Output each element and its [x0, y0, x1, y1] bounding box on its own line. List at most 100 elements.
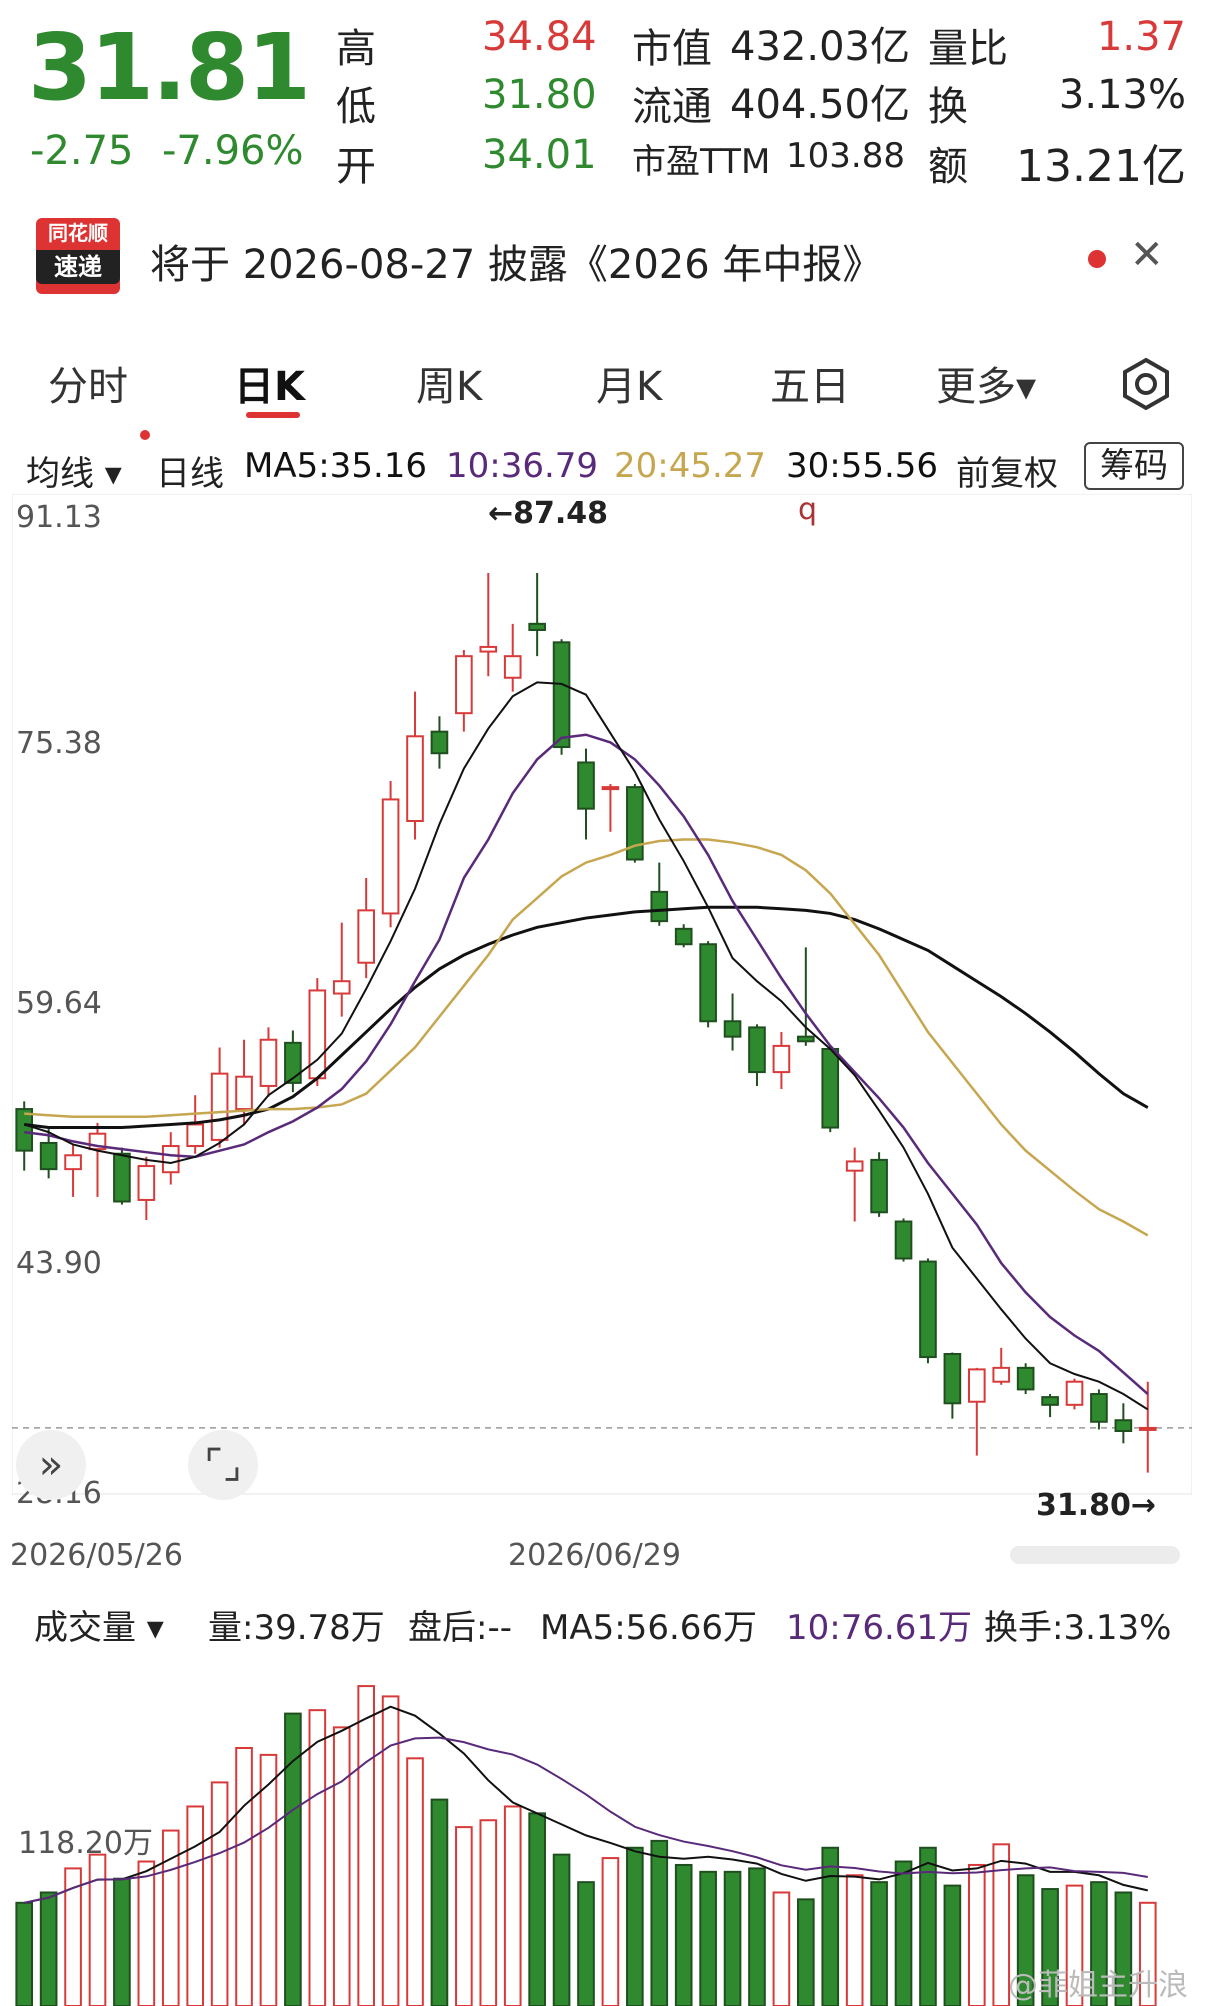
- candle-body: [137, 1165, 156, 1201]
- candle-body: [284, 1041, 302, 1084]
- amount-label: 额: [928, 144, 968, 190]
- tab-daily-k[interactable]: 日K: [234, 354, 305, 412]
- candle-body: [967, 1368, 986, 1403]
- volume-bar: [943, 1884, 962, 2006]
- candle-body: [601, 786, 620, 791]
- candle-body: [186, 1123, 205, 1148]
- volume-bar: [357, 1685, 375, 2006]
- high-label: 高: [336, 26, 376, 72]
- volume-bar: [381, 1695, 400, 2006]
- volume-bar: [723, 1870, 742, 2006]
- vol-ma5-readout: MA5:56.66万: [540, 1608, 758, 1648]
- candle-body: [503, 655, 522, 679]
- volume-bar: [650, 1839, 669, 2006]
- banner[interactable]: 同花顺 速递 将于 2026-08-27 披露《2026 年中报》 ✕: [0, 210, 1206, 300]
- close-icon[interactable]: ✕: [1130, 232, 1164, 278]
- date-start: 2026/05/26: [10, 1538, 183, 1573]
- logo-bottom-text: 速递: [36, 250, 120, 284]
- tab-five-day[interactable]: 五日: [770, 354, 850, 412]
- price-change: -2.75: [30, 128, 134, 174]
- candle-body: [1041, 1396, 1059, 1406]
- candle-body: [1065, 1380, 1084, 1406]
- volume-bar: [699, 1870, 717, 2006]
- tab-fenshi[interactable]: 分时: [48, 354, 128, 412]
- after-hours-readout: 盘后:--: [408, 1608, 512, 1648]
- pe-label: 市盈TTM: [632, 142, 771, 182]
- ths-logo: 同花顺 速递: [36, 218, 120, 294]
- fullscreen-icon[interactable]: ⌜⌟: [188, 1430, 258, 1500]
- volume-bar: [870, 1881, 888, 2006]
- volume-selector[interactable]: 成交量 ▾: [34, 1600, 164, 1649]
- active-tab-indicator: [246, 412, 300, 418]
- volume-bar: [626, 1846, 644, 2006]
- price-tick-1: 91.13: [16, 500, 102, 535]
- volume-bar: [332, 1726, 351, 2006]
- mktcap-value: 432.03亿: [730, 24, 910, 70]
- turnover-label: 换: [928, 84, 968, 130]
- vol-ma10-readout: 10:76.61万: [786, 1608, 973, 1648]
- volume-bar: [601, 1857, 620, 2006]
- candle-body: [455, 655, 473, 715]
- pe-value: 103.88: [786, 136, 905, 176]
- ma-bar: 均线 ▾ 日线 MA5:35.16 10:36.79 20:45.27 30:5…: [0, 434, 1206, 494]
- volume-bar: [894, 1860, 913, 2006]
- ma10-readout: 10:36.79: [446, 446, 599, 486]
- candle-body: [332, 980, 351, 995]
- ma-selector[interactable]: 均线 ▾: [26, 446, 122, 495]
- price-tick-4: 43.90: [16, 1246, 102, 1281]
- candle-body: [479, 645, 498, 653]
- candle-body: [430, 730, 449, 755]
- float-label: 流通: [632, 84, 712, 130]
- banner-text: 将于 2026-08-27 披露《2026 年中报》: [150, 242, 883, 288]
- candle-body: [161, 1145, 180, 1174]
- settings-hex-icon[interactable]: [1118, 356, 1174, 412]
- price-change-pct: -7.96%: [162, 128, 304, 174]
- volume-bar: [308, 1709, 327, 2006]
- volume-bar: [528, 1812, 546, 2006]
- volume-bar: [479, 1819, 498, 2006]
- volume-readout: 量:39.78万: [208, 1608, 385, 1648]
- volume-bar: [552, 1853, 571, 2006]
- volume-bar: [113, 1877, 131, 2006]
- chip-button[interactable]: 筹码: [1084, 442, 1184, 490]
- candle-body: [528, 622, 546, 631]
- candle-body: [992, 1366, 1011, 1383]
- tab-weekly-k[interactable]: 周K: [416, 354, 482, 412]
- open-value: 34.01: [482, 132, 597, 178]
- period-tabs: 分时 日K 周K 月K 五日 更多▾: [0, 340, 1206, 420]
- unread-dot: [1088, 250, 1106, 268]
- kline-chart[interactable]: [12, 494, 1192, 1514]
- candle-body: [381, 798, 400, 915]
- volume-bar: [235, 1747, 253, 2006]
- adjust-mode[interactable]: 前复权: [956, 446, 1058, 495]
- low-value: 31.80: [482, 72, 597, 118]
- volume-bar: [455, 1826, 473, 2006]
- high-marker: ←87.48: [488, 496, 609, 531]
- candle-body: [650, 890, 669, 923]
- candle-body: [870, 1158, 888, 1214]
- price-tick-3: 59.64: [16, 986, 102, 1021]
- volume-bar: [137, 1860, 156, 2006]
- candle-body: [552, 641, 571, 749]
- volume-chart[interactable]: [12, 1652, 1192, 2006]
- mktcap-label: 市值: [632, 26, 712, 72]
- volume-bar: [503, 1805, 522, 2006]
- candle-body: [772, 1044, 791, 1074]
- scroll-track[interactable]: [1010, 1546, 1180, 1564]
- candle-body: [259, 1038, 278, 1087]
- candle-body: [943, 1352, 962, 1405]
- low-marker: 31.80→: [1036, 1488, 1157, 1523]
- candle-body: [723, 1020, 742, 1038]
- logo-top-text: 同花顺: [48, 221, 108, 245]
- tab-monthly-k[interactable]: 月K: [596, 354, 662, 412]
- volume-bar: [845, 1874, 864, 2006]
- candle-body: [1016, 1366, 1035, 1391]
- volume-bar: [406, 1757, 424, 2006]
- candle-body: [64, 1154, 82, 1171]
- candle-body: [357, 909, 375, 964]
- expand-left-icon[interactable]: »: [16, 1430, 86, 1500]
- candle-body: [113, 1152, 131, 1203]
- candle-body: [235, 1075, 253, 1111]
- tab-more[interactable]: 更多▾: [936, 354, 1036, 412]
- chart-frame: [12, 494, 1192, 1495]
